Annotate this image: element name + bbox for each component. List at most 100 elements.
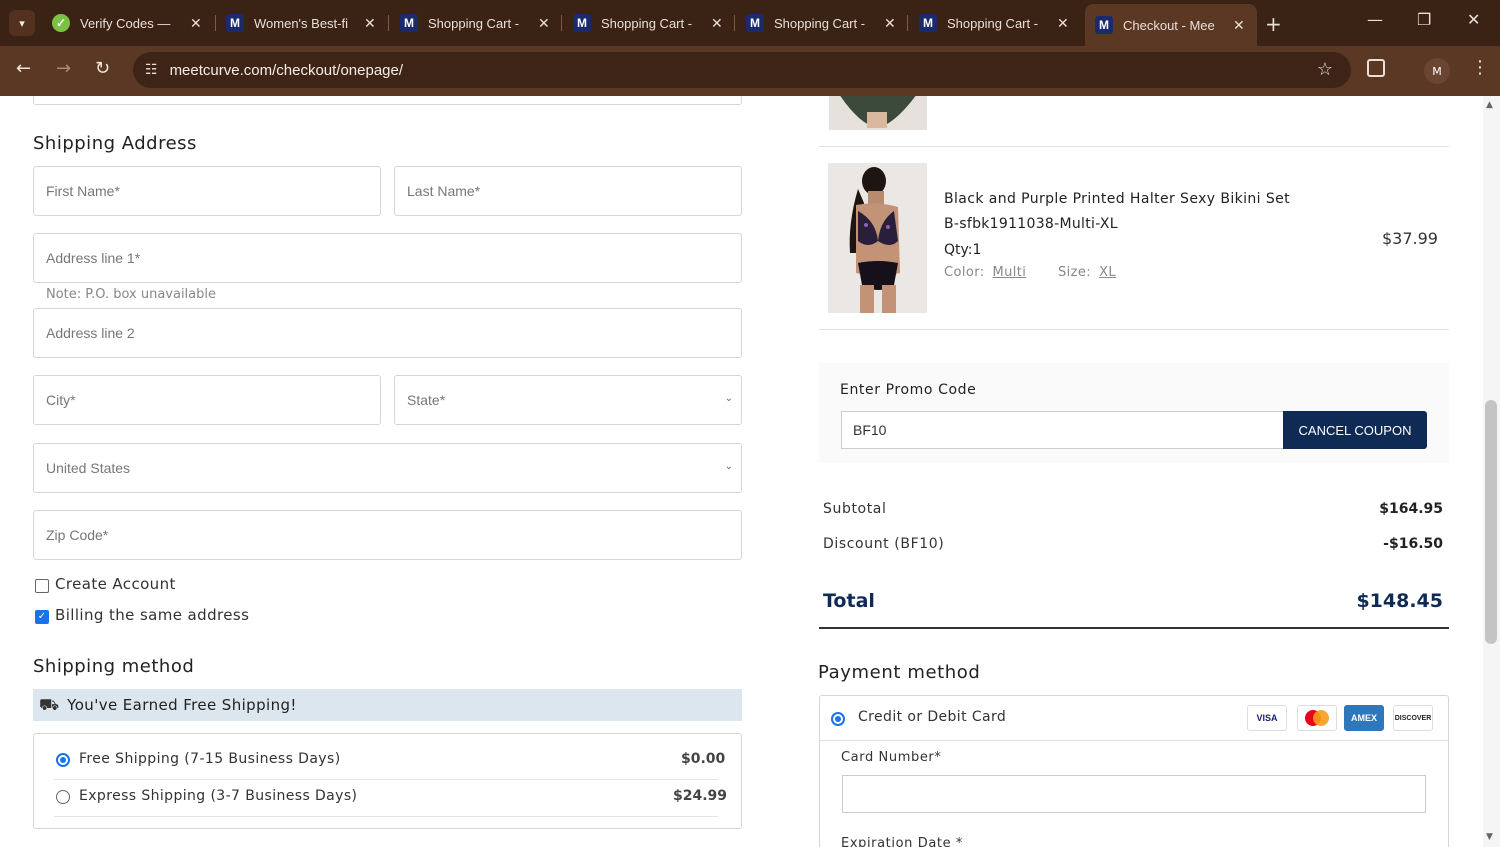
city-placeholder: City* bbox=[46, 392, 76, 408]
address-line1-field[interactable]: Address line 1* bbox=[33, 233, 742, 283]
close-icon[interactable]: ✕ bbox=[364, 15, 376, 32]
shipping-address-heading: Shipping Address bbox=[33, 133, 197, 154]
create-account-label[interactable]: Create Account bbox=[55, 575, 176, 593]
tab-checkout[interactable]: M Checkout - Mee ✕ bbox=[1085, 4, 1257, 46]
close-icon[interactable]: ✕ bbox=[884, 15, 896, 32]
bookmark-star-icon[interactable]: ☆ bbox=[1317, 59, 1333, 80]
tab-title: Shopping Cart - bbox=[774, 15, 866, 31]
address-line2-field[interactable]: Address line 2 bbox=[33, 308, 742, 358]
address-bar[interactable]: ☷ meetcurve.com/checkout/onepage/ ☆ bbox=[133, 52, 1351, 88]
payment-method-heading: Payment method bbox=[818, 662, 981, 683]
tab-search-button[interactable]: ▾ bbox=[9, 10, 35, 36]
scroll-down-icon[interactable]: ▼ bbox=[1486, 832, 1493, 842]
shipping-options bbox=[33, 733, 742, 829]
free-shipping-radio[interactable] bbox=[56, 753, 70, 767]
tab-womens-best[interactable]: M Women's Best-fi ✕ bbox=[226, 6, 376, 40]
visa-icon: VISA bbox=[1247, 705, 1287, 731]
zip-code-field[interactable]: Zip Code* bbox=[33, 510, 742, 560]
product-size: Size: XL bbox=[1058, 265, 1116, 280]
country-value: United States bbox=[46, 460, 131, 476]
billing-same-checkbox[interactable]: ✓ bbox=[35, 610, 49, 624]
card-number-label: Card Number* bbox=[841, 750, 942, 765]
city-field[interactable]: City* bbox=[33, 375, 381, 425]
extensions-icon[interactable] bbox=[1367, 59, 1385, 77]
po-box-note: Note: P.O. box unavailable bbox=[46, 287, 216, 302]
size-value[interactable]: XL bbox=[1099, 265, 1116, 280]
meetcurve-icon: M bbox=[400, 14, 418, 32]
free-shipping-text: You've Earned Free Shipping! bbox=[67, 696, 297, 714]
zip-code-placeholder: Zip Code* bbox=[46, 527, 109, 543]
window-close-icon[interactable]: ✕ bbox=[1467, 10, 1480, 29]
forward-icon[interactable]: → bbox=[56, 58, 71, 79]
scroll-up-icon[interactable]: ▲ bbox=[1486, 100, 1493, 110]
express-shipping-label[interactable]: Express Shipping (3-7 Business Days) bbox=[79, 788, 357, 804]
free-shipping-banner: ⛟ You've Earned Free Shipping! bbox=[33, 689, 742, 721]
chevron-down-icon: ⌄ bbox=[724, 461, 733, 472]
close-icon[interactable]: ✕ bbox=[538, 15, 550, 32]
minimize-icon[interactable]: — bbox=[1367, 10, 1383, 29]
credit-card-radio[interactable] bbox=[831, 712, 845, 726]
free-shipping-price: $0.00 bbox=[681, 751, 726, 767]
site-settings-icon[interactable]: ☷ bbox=[145, 62, 158, 78]
card-number-input[interactable] bbox=[842, 775, 1426, 813]
truck-icon: ⛟ bbox=[39, 694, 60, 714]
tab-title: Verify Codes — bbox=[80, 15, 171, 31]
product-image[interactable] bbox=[828, 163, 927, 313]
checkout-page: Shipping Address First Name* Last Name* … bbox=[0, 96, 1500, 847]
credit-card-label[interactable]: Credit or Debit Card bbox=[858, 709, 1006, 725]
discover-icon: DISCOVER bbox=[1393, 705, 1433, 731]
cancel-coupon-button[interactable]: CANCEL COUPON bbox=[1283, 411, 1427, 449]
close-icon[interactable]: ✕ bbox=[190, 15, 202, 32]
expiration-date-label: Expiration Date * bbox=[841, 836, 964, 847]
last-name-field[interactable]: Last Name* bbox=[394, 166, 742, 216]
product-title[interactable]: Black and Purple Printed Halter Sexy Bik… bbox=[944, 191, 1290, 207]
scrollbar-thumb[interactable] bbox=[1485, 400, 1497, 644]
tab-shopping-cart-4[interactable]: M Shopping Cart - ✕ bbox=[919, 6, 1069, 40]
tab-shopping-cart-2[interactable]: M Shopping Cart - ✕ bbox=[573, 6, 723, 40]
promo-code-input[interactable]: BF10 bbox=[841, 411, 1284, 449]
menu-kebab-icon[interactable]: ⋮ bbox=[1471, 57, 1489, 78]
close-icon[interactable]: ✕ bbox=[711, 15, 723, 32]
billing-same-label[interactable]: Billing the same address bbox=[55, 606, 249, 624]
size-label: Size: bbox=[1058, 265, 1092, 280]
promo-code-value: BF10 bbox=[853, 422, 887, 438]
close-icon[interactable]: ✕ bbox=[1233, 17, 1245, 34]
close-icon[interactable]: ✕ bbox=[1057, 15, 1069, 32]
meetcurve-icon: M bbox=[573, 14, 591, 32]
tab-verify-codes[interactable]: ✓ Verify Codes — ✕ bbox=[52, 6, 202, 40]
tab-title: Women's Best-fi bbox=[254, 15, 348, 31]
url-text[interactable]: meetcurve.com/checkout/onepage/ bbox=[170, 62, 403, 79]
previous-field[interactable] bbox=[33, 96, 742, 105]
first-name-field[interactable]: First Name* bbox=[33, 166, 381, 216]
state-placeholder: State* bbox=[407, 392, 446, 408]
discount-value: -$16.50 bbox=[1383, 536, 1443, 552]
back-icon[interactable]: ← bbox=[16, 58, 31, 79]
state-select[interactable]: State* ⌄ bbox=[394, 375, 742, 425]
tab-title: Shopping Cart - bbox=[601, 15, 693, 31]
create-account-checkbox[interactable] bbox=[35, 579, 49, 593]
restore-icon[interactable]: ❐ bbox=[1417, 10, 1431, 29]
tab-shopping-cart-1[interactable]: M Shopping Cart - ✕ bbox=[400, 6, 550, 40]
express-shipping-price: $24.99 bbox=[673, 788, 728, 804]
tab-shopping-cart-3[interactable]: M Shopping Cart - ✕ bbox=[746, 6, 896, 40]
browser-toolbar: ← → ↻ ☷ meetcurve.com/checkout/onepage/ … bbox=[0, 46, 1500, 96]
new-tab-icon[interactable]: + bbox=[1265, 12, 1282, 36]
subtotal-label: Subtotal bbox=[823, 501, 887, 517]
country-select[interactable]: United States ⌄ bbox=[33, 443, 742, 493]
meetcurve-icon: M bbox=[746, 14, 764, 32]
color-value[interactable]: Multi bbox=[993, 265, 1027, 280]
free-shipping-label[interactable]: Free Shipping (7-15 Business Days) bbox=[79, 751, 341, 767]
profile-avatar[interactable]: M bbox=[1424, 58, 1450, 84]
last-name-placeholder: Last Name* bbox=[407, 183, 481, 199]
reload-icon[interactable]: ↻ bbox=[95, 58, 110, 79]
meetcurve-icon: M bbox=[919, 14, 937, 32]
tab-title: Checkout - Mee bbox=[1123, 17, 1215, 33]
chevron-down-icon: ⌄ bbox=[724, 393, 733, 404]
product-color: Color: Multi bbox=[944, 265, 1026, 280]
total-value: $148.45 bbox=[1356, 590, 1443, 612]
express-shipping-radio[interactable] bbox=[56, 790, 70, 804]
product-price: $37.99 bbox=[1382, 229, 1438, 248]
shipping-method-heading: Shipping method bbox=[33, 656, 195, 677]
previous-product-image bbox=[829, 96, 927, 130]
address-line1-placeholder: Address line 1* bbox=[46, 250, 141, 266]
